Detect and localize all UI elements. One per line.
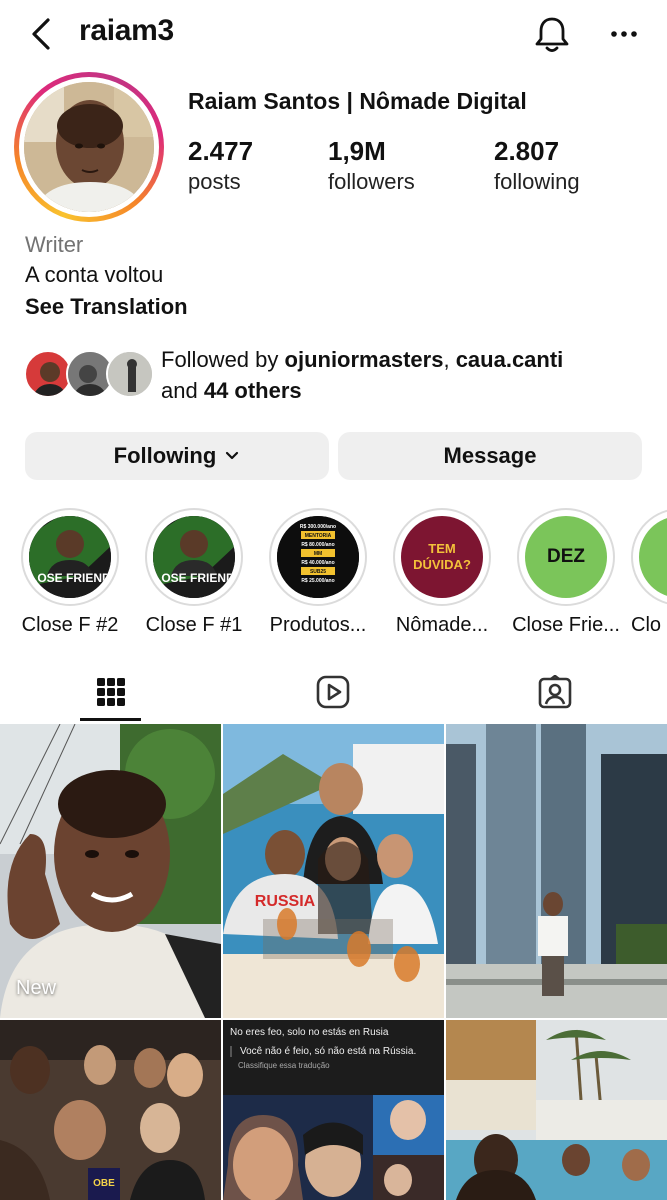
bell-icon[interactable] xyxy=(530,12,574,56)
display-name: Raiam Santos | Nômade Digital xyxy=(188,88,527,114)
reels-icon xyxy=(316,675,350,709)
highlight-cover-text: DEZ xyxy=(547,546,585,567)
highlight-label: Produtos... xyxy=(269,614,367,636)
following-count: 2.807 xyxy=(494,136,560,166)
highlight-item[interactable]: CLOSE FRIENDS Close F #1 xyxy=(135,508,253,637)
highlight-cover: R$ 300.000/ano MENTORIA R$ 80.000/ano MM… xyxy=(277,516,359,598)
highlight-cover: TEM DÚVIDA? xyxy=(401,516,483,598)
quote-rate-translation: Classifique essa tradução xyxy=(238,1061,330,1070)
highlight-cover-text: CLOSE FRIENDS xyxy=(153,571,235,585)
product-name: MENTORIA xyxy=(305,533,332,539)
followed-by-text[interactable]: Followed by ojuniormasters, caua.canti an… xyxy=(161,344,651,406)
post-thumbnail[interactable] xyxy=(446,1020,667,1200)
profile-avatar[interactable] xyxy=(24,82,154,212)
highlight-item[interactable]: TEM DÚVIDA? Nômade... xyxy=(383,508,501,637)
mutual-avatar xyxy=(106,350,154,398)
following-stat[interactable]: 2.807 following xyxy=(494,136,580,195)
mutual-user-1[interactable]: ojuniormasters xyxy=(285,347,444,372)
following-button[interactable]: Following xyxy=(25,432,329,480)
mutual-others-count[interactable]: 44 others xyxy=(204,378,302,403)
post-thumbnail[interactable]: RUSSIA xyxy=(223,724,444,1018)
tab-reels[interactable] xyxy=(222,662,444,722)
posts-label: posts xyxy=(188,169,241,194)
highlight-label: Nômade... xyxy=(395,614,489,636)
followers-count: 1,9M xyxy=(328,136,386,166)
post-thumbnail[interactable] xyxy=(446,724,667,1018)
story-ring[interactable] xyxy=(14,72,164,222)
more-options-icon[interactable] xyxy=(604,20,644,48)
highlight-label: Close F #1 xyxy=(145,614,243,636)
grid-icon xyxy=(97,678,125,706)
tab-tagged[interactable] xyxy=(444,662,666,722)
posts-stat[interactable]: 2.477 posts xyxy=(188,136,253,195)
highlight-cover-text: CLOSE FRIENDS xyxy=(29,571,111,585)
profile-username: raiam3 xyxy=(79,14,174,47)
highlight-cover: CLOSE FRIENDS xyxy=(29,516,111,598)
price-line: R$ 25.000/ano xyxy=(301,578,334,584)
post-shirt-text: RUSSIA xyxy=(255,893,316,910)
chevron-down-icon xyxy=(226,451,239,460)
highlight-item[interactable]: R$ 300.000/ano MENTORIA R$ 80.000/ano MM… xyxy=(259,508,377,637)
post-can-text: OBE xyxy=(93,1178,115,1189)
highlight-label: Close Frie... xyxy=(512,614,620,636)
product-name: MM xyxy=(314,551,322,557)
highlight-label: Close F #2 xyxy=(21,614,119,636)
highlight-item[interactable]: DEZ Close Frie... xyxy=(507,508,625,637)
message-button-label: Message xyxy=(443,443,537,468)
post-quote-box: No eres feo, solo no estás en Rusia Você… xyxy=(223,1020,444,1095)
followed-by-separator: , xyxy=(443,347,456,372)
highlight-cover xyxy=(639,516,667,598)
highlight-item[interactable]: CLOSE FRIENDS Close F #2 xyxy=(11,508,129,637)
following-button-label: Following xyxy=(113,443,217,468)
profile-bio: A conta voltou xyxy=(25,262,164,287)
price-line: R$ 40.000/ano xyxy=(301,560,334,566)
posts-count: 2.477 xyxy=(188,136,254,166)
quote-original: No eres feo, solo no estás en Rusia xyxy=(230,1027,389,1038)
followed-by-prefix: Followed by xyxy=(161,347,285,372)
tagged-icon xyxy=(538,675,572,709)
highlight-item[interactable]: Clo xyxy=(631,508,667,637)
tab-posts-grid[interactable] xyxy=(0,662,222,722)
profile-category: Writer xyxy=(25,232,84,257)
product-name: SUB25 xyxy=(310,569,326,575)
see-translation-link[interactable]: See Translation xyxy=(25,294,188,320)
followers-stat[interactable]: 1,9M followers xyxy=(328,136,415,195)
quote-translation: Você não é feio, só não está na Rússia. xyxy=(230,1046,437,1057)
price-line: R$ 80.000/ano xyxy=(301,542,334,548)
new-post-badge: New xyxy=(16,977,57,999)
profile-header: raiam3 xyxy=(0,0,667,68)
active-tab-indicator xyxy=(80,718,141,721)
post-thumbnail[interactable]: No eres feo, solo no estás en Rusia Você… xyxy=(223,1020,444,1200)
message-button[interactable]: Message xyxy=(338,432,642,480)
back-icon[interactable] xyxy=(26,14,60,54)
highlight-cover: CLOSE FRIENDS xyxy=(153,516,235,598)
mutual-user-2[interactable]: caua.canti xyxy=(456,347,564,372)
highlight-label: Clo xyxy=(631,614,662,636)
post-thumbnail[interactable]: New xyxy=(0,724,221,1018)
post-thumbnail[interactable]: OBE xyxy=(0,1020,221,1200)
price-line: R$ 300.000/ano xyxy=(300,524,336,530)
following-label: following xyxy=(494,169,580,194)
highlight-cover: DEZ xyxy=(525,516,607,598)
mutual-followers-avatars[interactable] xyxy=(24,350,154,400)
followed-by-and: and xyxy=(161,378,204,403)
mutual-avatar xyxy=(24,350,72,398)
highlight-cover-text: TEM DÚVIDA? xyxy=(413,541,471,572)
followers-label: followers xyxy=(328,169,415,194)
